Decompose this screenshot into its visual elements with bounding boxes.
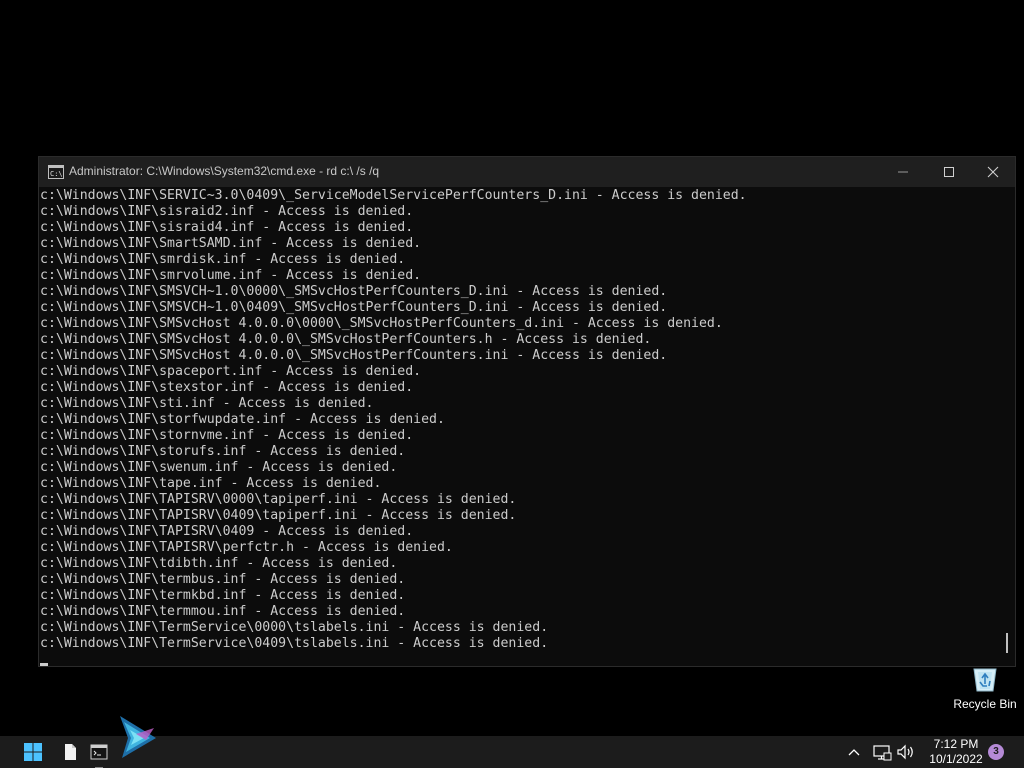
console-line: c:\Windows\INF\swenum.inf - Access is de… <box>40 460 398 475</box>
volume-icon <box>897 744 913 760</box>
maximize-button[interactable] <box>926 157 972 187</box>
clock-date: 10/1/2022 <box>929 752 983 766</box>
console-line: c:\Windows\INF\SMSvcHost 4.0.0.0\0000\_S… <box>40 316 723 331</box>
command-prompt-title-icon: C:\ <box>48 165 64 179</box>
console-line: c:\Windows\INF\tdibth.inf - Access is de… <box>40 556 398 571</box>
text-cursor <box>40 663 48 666</box>
start-icon <box>24 743 42 761</box>
console-line: c:\Windows\INF\smrvolume.inf - Access is… <box>40 268 422 283</box>
file-explorer-icon <box>65 744 76 760</box>
show-hidden-icons-button[interactable] <box>842 740 866 764</box>
console-line: c:\Windows\INF\termbus.inf - Access is d… <box>40 572 406 587</box>
console-line: c:\Windows\INF\TAPISRV\perfctr.h - Acces… <box>40 540 453 555</box>
console-line: c:\Windows\INF\termmou.inf - Access is d… <box>40 604 406 619</box>
console-line: c:\Windows\INF\sti.inf - Access is denie… <box>40 396 374 411</box>
console-line: c:\Windows\INF\stornvme.inf - Access is … <box>40 428 414 443</box>
recycle-bin-shortcut[interactable]: Recycle Bin <box>950 660 1020 716</box>
console-line: c:\Windows\INF\SERVIC~3.0\0409\_ServiceM… <box>40 188 747 203</box>
console-line: c:\Windows\INF\SMSvcHost 4.0.0.0\_SMSvcH… <box>40 332 652 347</box>
media-app-button[interactable] <box>116 714 160 760</box>
console-line: c:\Windows\INF\SMSvcHost 4.0.0.0\_SMSvcH… <box>40 348 668 363</box>
recycle-bin-label: Recycle Bin <box>953 697 1017 711</box>
vertical-scrollbar[interactable] <box>999 187 1015 666</box>
console-line: c:\Windows\INF\smrdisk.inf - Access is d… <box>40 252 406 267</box>
network-icon <box>873 745 892 761</box>
console-line: c:\Windows\INF\TermService\0000\tslabels… <box>40 620 549 635</box>
chevron-up-icon <box>848 749 860 756</box>
console-line: c:\Windows\INF\sisraid4.inf - Access is … <box>40 220 414 235</box>
window-titlebar[interactable]: C:\ Administrator: C:\Windows\System32\c… <box>39 157 1015 187</box>
console-line: c:\Windows\INF\termkbd.inf - Access is d… <box>40 588 406 603</box>
command-prompt-taskbar-button[interactable] <box>87 740 111 768</box>
console-lines: c:\Windows\INF\SERVIC~3.0\0409\_ServiceM… <box>40 188 747 652</box>
network-button[interactable] <box>870 740 894 764</box>
console-line: c:\Windows\INF\stexstor.inf - Access is … <box>40 380 414 395</box>
console-line: c:\Windows\INF\storufs.inf - Access is d… <box>40 444 406 459</box>
console-line: c:\Windows\INF\spaceport.inf - Access is… <box>40 364 422 379</box>
command-prompt-icon <box>90 744 108 760</box>
command-prompt-window[interactable]: C:\ Administrator: C:\Windows\System32\c… <box>38 156 1016 667</box>
console-output[interactable]: c:\Windows\INF\SERVIC~3.0\0409\_ServiceM… <box>39 187 999 666</box>
close-button[interactable] <box>970 157 1016 187</box>
window-title: Administrator: C:\Windows\System32\cmd.e… <box>69 164 380 178</box>
console-line: c:\Windows\INF\TAPISRV\0409\tapiperf.ini… <box>40 508 517 523</box>
media-app-icon <box>120 716 156 758</box>
minimize-icon <box>898 171 908 173</box>
desktop: Recycle Bin C:\ Administrator: C:\Window… <box>0 0 1024 736</box>
console-line: c:\Windows\INF\SMSVCH~1.0\0000\_SMSvcHos… <box>40 284 668 299</box>
console-line: c:\Windows\INF\TermService\0409\tslabels… <box>40 636 549 651</box>
console-line: c:\Windows\INF\TAPISRV\0409 - Access is … <box>40 524 414 539</box>
console-line: c:\Windows\INF\TAPISRV\0000\tapiperf.ini… <box>40 492 517 507</box>
console-line: c:\Windows\INF\tape.inf - Access is deni… <box>40 476 382 491</box>
svg-text:C:\: C:\ <box>50 170 63 178</box>
close-icon <box>987 166 999 178</box>
minimize-button[interactable] <box>880 157 926 187</box>
taskbar-clock[interactable]: 7:12 PM 10/1/2022 <box>922 737 990 767</box>
console-line: c:\Windows\INF\SmartSAMD.inf - Access is… <box>40 236 422 251</box>
console-line: c:\Windows\INF\SMSVCH~1.0\0409\_SMSvcHos… <box>40 300 668 315</box>
maximize-icon <box>944 167 954 177</box>
clock-time: 7:12 PM <box>933 737 979 751</box>
taskbar: 7:12 PM 10/1/2022 3 <box>0 716 1024 768</box>
console-line: c:\Windows\INF\storfwupdate.inf - Access… <box>40 412 445 427</box>
notification-badge[interactable]: 3 <box>988 744 1004 760</box>
scrollbar-thumb[interactable] <box>1006 633 1008 653</box>
file-explorer-button[interactable] <box>58 740 82 764</box>
volume-button[interactable] <box>894 740 918 764</box>
console-line: c:\Windows\INF\sisraid2.inf - Access is … <box>40 204 414 219</box>
start-button[interactable] <box>21 740 45 764</box>
